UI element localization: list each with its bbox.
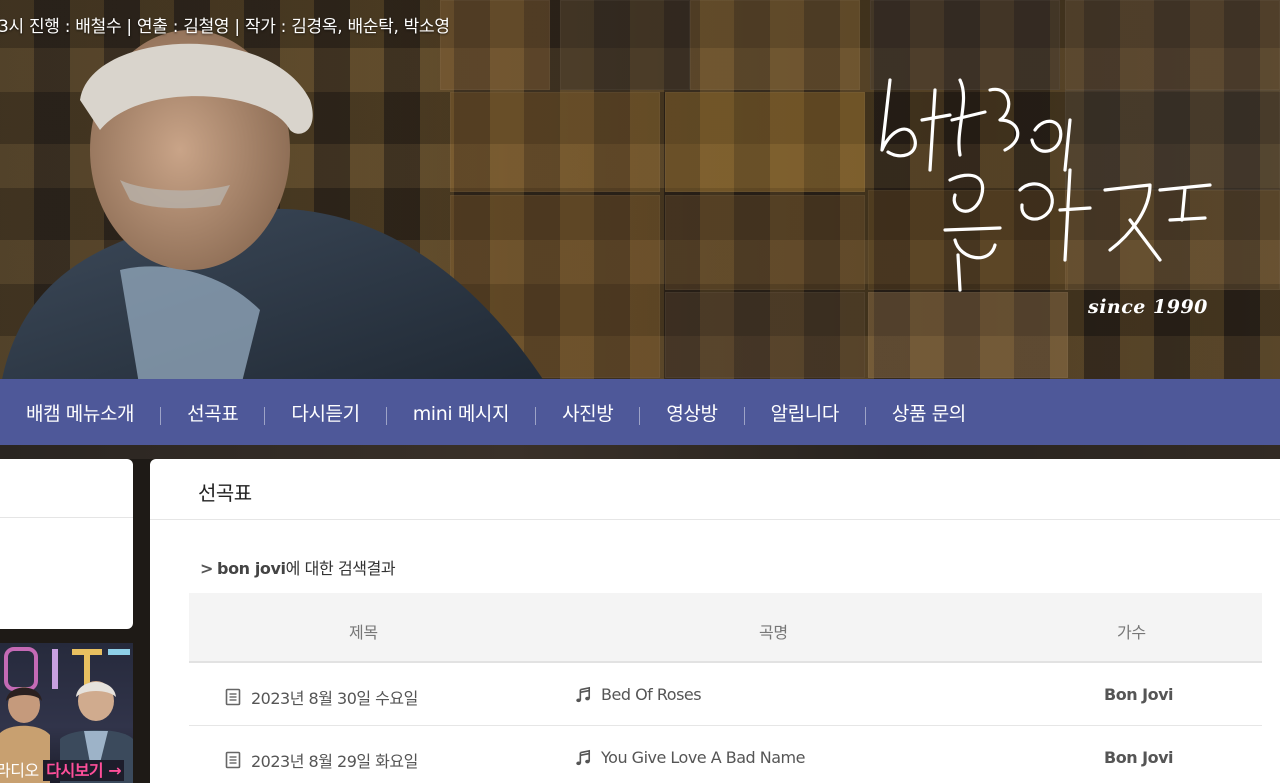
column-header-song: 곡명 [759, 623, 788, 642]
document-icon [225, 751, 241, 769]
nav-separator [535, 407, 537, 425]
document-icon [225, 688, 241, 706]
nav-item-replay[interactable]: 다시듣기 [291, 399, 360, 426]
search-result-heading: > bon jovi에 대한 검색결과 [200, 555, 396, 579]
nav-item-menu-intro[interactable]: 배캠 메뉴소개 [26, 399, 135, 426]
music-note-icon [576, 686, 591, 702]
row-song: You Give Love A Bad Name [575, 748, 805, 767]
playlist-panel: 선곡표 > bon jovi에 대한 검색결과 제목 곡명 가수 2023년 8월… [150, 459, 1280, 783]
playlist-table: 제목 곡명 가수 2023년 8월 30일 수요일 Bed Of Roses B… [189, 593, 1262, 783]
page-title: 선곡표 [198, 481, 252, 505]
background-strip [0, 445, 1280, 459]
row-artist: Bon Jovi [1104, 748, 1174, 767]
nav-separator [264, 407, 266, 425]
column-header-artist: 가수 [1117, 623, 1146, 642]
nav-separator [639, 407, 641, 425]
row-date: 2023년 8월 29일 화요일 [251, 752, 418, 771]
row-song: Bed Of Roses [575, 685, 702, 704]
table-row[interactable]: 2023년 8월 30일 수요일 Bed Of Roses Bon Jovi [189, 663, 1262, 726]
nav-item-videos[interactable]: 영상방 [666, 399, 718, 426]
header-banner: 3시 진행 : 배철수 | 연출 : 김철영 | 작가 : 김경옥, 배순탁, … [0, 0, 1280, 380]
promo-prefix: 라디오 [0, 761, 39, 780]
table-header: 제목 곡명 가수 [189, 593, 1262, 663]
nav-item-product-inquiry[interactable]: 상품 문의 [892, 399, 966, 426]
search-suffix: 에 대한 검색결과 [285, 559, 396, 578]
music-note-icon [576, 749, 591, 765]
row-date-link[interactable]: 2023년 8월 29일 화요일 [225, 748, 418, 772]
program-logo [880, 78, 1212, 292]
nav-item-mini-message[interactable]: mini 메시지 [413, 399, 510, 426]
nav-separator [864, 407, 866, 425]
since-label: since 1990 [1088, 296, 1208, 318]
sidebar-divider [0, 517, 133, 518]
replay-promo-banner[interactable]: 라디오 다시보기 → [0, 643, 133, 783]
search-keyword: bon jovi [217, 559, 286, 578]
row-date: 2023년 8월 30일 수요일 [251, 689, 418, 708]
column-header-title: 제목 [349, 623, 378, 642]
sidebar-card [0, 459, 133, 629]
nav-separator [385, 407, 387, 425]
nav-item-photos[interactable]: 사진방 [562, 399, 614, 426]
row-date-link[interactable]: 2023년 8월 30일 수요일 [225, 685, 418, 709]
nav-separator [160, 407, 162, 425]
program-credits: 3시 진행 : 배철수 | 연출 : 김철영 | 작가 : 김경옥, 배순탁, … [0, 17, 450, 37]
table-row[interactable]: 2023년 8월 29일 화요일 You Give Love A Bad Nam… [189, 726, 1262, 783]
main-nav: 배캠 메뉴소개 선곡표 다시듣기 mini 메시지 사진방 영상방 알립니다 상… [0, 379, 1280, 445]
nav-item-notices[interactable]: 알립니다 [771, 399, 840, 426]
promo-replay-link[interactable]: 다시보기 → [43, 760, 125, 781]
row-artist: Bon Jovi [1104, 685, 1174, 704]
row-song-title: You Give Love A Bad Name [601, 748, 805, 767]
nav-item-playlist[interactable]: 선곡표 [187, 399, 239, 426]
nav-separator [743, 407, 745, 425]
title-divider [150, 519, 1280, 520]
chevron-right-icon: > [200, 559, 214, 578]
row-song-title: Bed Of Roses [601, 685, 702, 704]
host-portrait [2, 30, 544, 380]
promo-text: 라디오 다시보기 → [0, 757, 125, 781]
